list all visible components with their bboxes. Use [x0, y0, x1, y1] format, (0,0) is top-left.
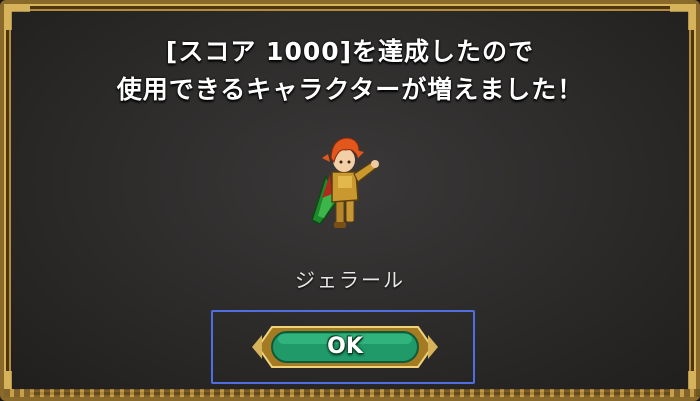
frame-bottom-trim — [4, 389, 700, 397]
ok-button[interactable]: OK — [250, 321, 440, 373]
message-line-2: 使用できるキャラクターが増えました！ — [116, 75, 584, 104]
message-line-1: [スコア 1000]を達成したので — [165, 37, 535, 66]
frame-corner-ornament — [4, 4, 30, 30]
ok-button-label: OK — [327, 334, 363, 359]
character-sprite-icon — [298, 128, 388, 238]
frame-corner-ornament — [670, 4, 696, 30]
character-name: ジェラール — [295, 268, 405, 292]
